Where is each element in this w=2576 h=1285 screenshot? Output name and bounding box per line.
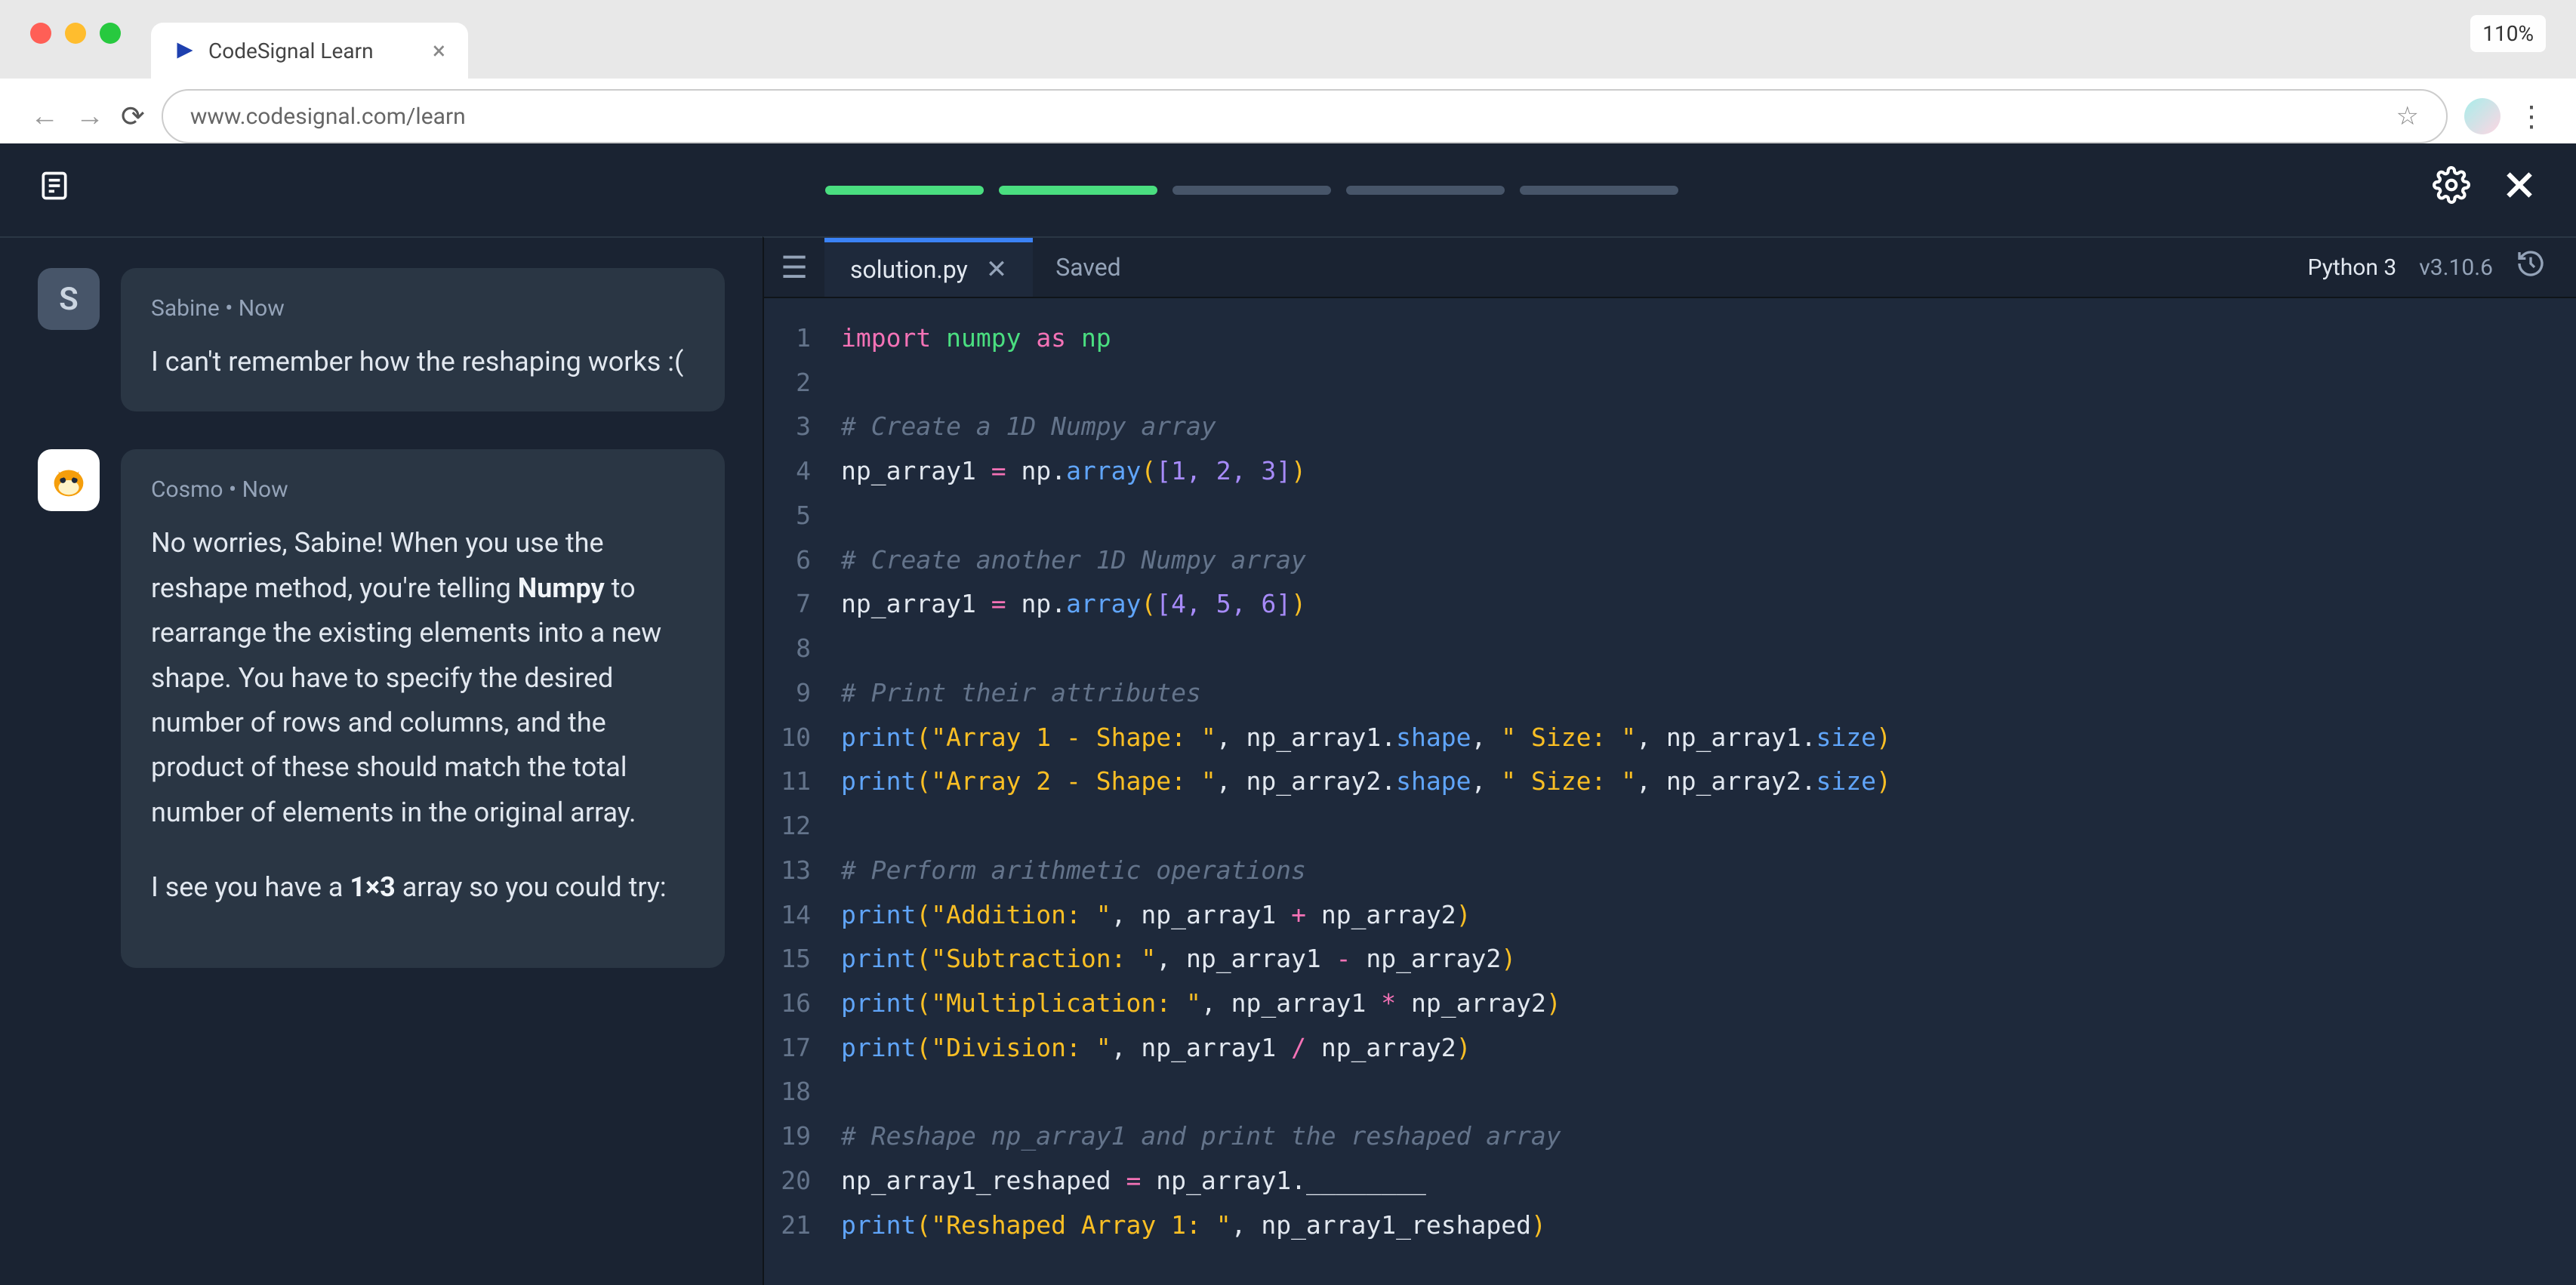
site-icon bbox=[174, 39, 196, 62]
minimize-window-button[interactable] bbox=[65, 23, 86, 44]
language-label[interactable]: Python 3 bbox=[2308, 254, 2397, 281]
header-actions bbox=[2433, 166, 2538, 214]
url-text: www.codesignal.com/learn bbox=[190, 103, 466, 130]
sender-name: Sabine bbox=[151, 295, 220, 322]
progress-step-1[interactable] bbox=[825, 186, 984, 195]
progress-step-3[interactable] bbox=[1172, 186, 1331, 195]
close-window-button[interactable] bbox=[30, 23, 51, 44]
code-content[interactable]: import numpy as np # Create a 1D Numpy a… bbox=[824, 298, 2576, 1285]
bookmark-icon[interactable]: ☆ bbox=[2396, 101, 2419, 131]
message-time: Now bbox=[239, 295, 285, 322]
bot-avatar bbox=[38, 449, 100, 511]
main-content: S Sabine • Now I can't remember how the … bbox=[0, 236, 2576, 1285]
menu-icon[interactable]: ☰ bbox=[764, 238, 824, 297]
progress-indicator bbox=[825, 186, 1678, 195]
line-numbers: 123456789101112131415161718192021 bbox=[764, 298, 824, 1285]
text: array so you could try: bbox=[396, 871, 667, 903]
tab-title: CodeSignal Learn bbox=[208, 39, 374, 63]
close-file-button[interactable]: ✕ bbox=[986, 254, 1008, 285]
zoom-indicator: 110% bbox=[2470, 15, 2546, 52]
chat-panel: S Sabine • Now I can't remember how the … bbox=[0, 236, 763, 1285]
chat-message-user: S Sabine • Now I can't remember how the … bbox=[38, 268, 725, 411]
user-avatar: S bbox=[38, 268, 100, 330]
history-icon[interactable] bbox=[2516, 248, 2546, 286]
maximize-window-button[interactable] bbox=[100, 23, 121, 44]
message-body: No worries, Sabine! When you use the res… bbox=[151, 521, 695, 910]
address-bar[interactable]: www.codesignal.com/learn ☆ bbox=[162, 89, 2448, 143]
forward-button[interactable]: → bbox=[75, 100, 104, 133]
message-time: Now bbox=[242, 476, 288, 503]
language-version: v3.10.6 bbox=[2419, 254, 2493, 281]
progress-step-5[interactable] bbox=[1520, 186, 1678, 195]
browser-chrome: CodeSignal Learn × ← → ⟳ www.codesignal.… bbox=[0, 0, 2576, 143]
message-body: I can't remember how the reshaping works… bbox=[151, 340, 695, 384]
text-bold: Numpy bbox=[518, 572, 605, 604]
editor-panel: ☰ solution.py ✕ Saved Python 3 v3.10.6 1… bbox=[763, 236, 2576, 1285]
text: I see you have a bbox=[151, 871, 350, 903]
message-bubble: Cosmo • Now No worries, Sabine! When you… bbox=[121, 449, 725, 967]
progress-step-2[interactable] bbox=[999, 186, 1157, 195]
progress-step-4[interactable] bbox=[1346, 186, 1505, 195]
message-header: Cosmo • Now bbox=[151, 476, 695, 503]
browser-menu-button[interactable]: ⋮ bbox=[2517, 100, 2546, 134]
editor-tab-bar: ☰ solution.py ✕ Saved Python 3 v3.10.6 bbox=[764, 238, 2576, 298]
message-header: Sabine • Now bbox=[151, 295, 695, 322]
settings-button[interactable] bbox=[2433, 166, 2470, 214]
app-container: S Sabine • Now I can't remember how the … bbox=[0, 143, 2576, 1285]
sender-name: Cosmo bbox=[151, 476, 223, 503]
app-header bbox=[0, 143, 2576, 236]
close-app-button[interactable] bbox=[2501, 166, 2538, 214]
text: to rearrange the existing elements into … bbox=[151, 572, 661, 828]
browser-tab[interactable]: CodeSignal Learn × bbox=[151, 23, 468, 79]
message-bubble: Sabine • Now I can't remember how the re… bbox=[121, 268, 725, 411]
close-tab-button[interactable]: × bbox=[433, 36, 445, 65]
code-editor[interactable]: 123456789101112131415161718192021 import… bbox=[764, 298, 2576, 1285]
profile-avatar[interactable] bbox=[2464, 98, 2501, 134]
saved-status: Saved bbox=[1055, 253, 1120, 282]
filename: solution.py bbox=[850, 255, 968, 284]
text-bold: 1×3 bbox=[350, 871, 395, 903]
editor-tab-solution[interactable]: solution.py ✕ bbox=[824, 238, 1033, 297]
nav-bar: ← → ⟳ www.codesignal.com/learn ☆ ⋮ bbox=[0, 79, 2576, 154]
chat-message-bot: Cosmo • Now No worries, Sabine! When you… bbox=[38, 449, 725, 967]
tab-bar: CodeSignal Learn × bbox=[151, 23, 2576, 79]
back-button[interactable]: ← bbox=[30, 100, 59, 133]
editor-status-right: Python 3 v3.10.6 bbox=[2308, 248, 2546, 286]
document-icon[interactable] bbox=[38, 168, 71, 211]
reload-button[interactable]: ⟳ bbox=[121, 100, 145, 134]
